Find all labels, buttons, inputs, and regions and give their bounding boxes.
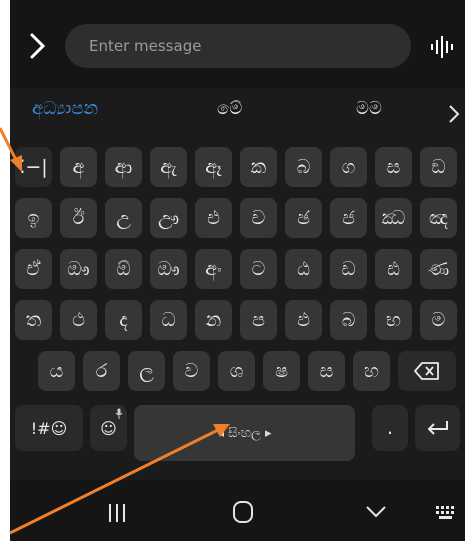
keyboard: ⁚−| අ ආ ඇ ඈ ක බ ග ස ඞ ඉ ඊ උ ඌ එ ච ඡ ජ ඣ … [10,140,465,480]
key[interactable]: බ [330,300,367,340]
key[interactable]: භ [375,300,412,340]
key[interactable]: ධ [150,300,187,340]
key[interactable]: ථ [60,300,97,340]
key[interactable]: ඈ [195,147,232,187]
key[interactable]: ඩ [330,249,367,289]
emoji-icon: ☺ [100,418,117,438]
back-chevron-icon[interactable] [364,504,388,520]
key[interactable]: ත [15,300,52,340]
suggestion-2[interactable]: මේ [217,98,242,119]
key[interactable]: ෂ [263,351,300,391]
key[interactable]: ඞ [420,147,457,187]
backspace-icon [414,362,439,380]
navigation-bar [10,480,465,541]
enter-icon [427,421,448,435]
key[interactable]: ඤ [420,198,457,238]
phone-screen: Enter message අධ්‍යාපන මේ මම ⁚−| අ ආ ඇ ඈ… [10,0,465,541]
suggestion-1[interactable]: අධ්‍යාපන [32,98,98,119]
suggestion-strip: අධ්‍යාපන මේ මම [10,88,465,140]
key[interactable]: ර [83,351,120,391]
key[interactable]: ඣ [375,198,412,238]
key[interactable]: ඵ [285,300,322,340]
key[interactable]: ක [240,147,277,187]
keyboard-icon[interactable] [435,505,457,521]
key[interactable]: ඖ [150,249,187,289]
key[interactable]: ය [38,351,75,391]
key[interactable]: ඒ [15,249,52,289]
key[interactable]: ඪ [375,249,412,289]
key[interactable]: ඉ [15,198,52,238]
enter-key[interactable] [415,405,460,451]
key[interactable]: ච [240,198,277,238]
key[interactable]: ඡ [285,198,322,238]
key[interactable]: ඇ [150,147,187,187]
key[interactable]: ඌ [150,198,187,238]
key[interactable]: ට [240,249,277,289]
key[interactable]: ණ [420,249,457,289]
key[interactable]: අං [195,249,232,289]
home-icon[interactable] [232,500,254,524]
key[interactable]: එ [195,198,232,238]
key[interactable]: ව [173,351,210,391]
key[interactable]: ස [308,351,345,391]
chevron-right-icon[interactable] [28,32,48,60]
microphone-icon [115,408,123,419]
period-key[interactable]: . [372,405,408,451]
key[interactable]: අ [60,147,97,187]
key[interactable]: ග [330,147,367,187]
message-bar: Enter message [10,0,465,88]
key[interactable]: ශ [218,351,255,391]
key[interactable]: ජ [330,198,367,238]
suggestion-next-icon[interactable] [448,104,460,124]
message-input[interactable]: Enter message [65,24,411,68]
suggestion-3[interactable]: මම [356,98,382,119]
backspace-key[interactable] [398,351,456,391]
key[interactable]: උ [105,198,142,238]
key[interactable]: න [195,300,232,340]
key[interactable]: ආ [105,147,142,187]
key[interactable]: ල [128,351,165,391]
key[interactable]: ද [105,300,142,340]
recent-apps-icon[interactable] [106,502,128,524]
voice-input-icon[interactable] [430,34,456,60]
key[interactable]: ඖ [60,249,97,289]
key[interactable]: බ [285,147,322,187]
key[interactable]: ඕ [105,249,142,289]
space-key[interactable]: ◂ සිංහල ▸ [134,405,355,461]
key[interactable]: ඨ [285,249,322,289]
key[interactable]: ම [420,300,457,340]
key-cursor-mode[interactable]: ⁚−| [15,147,52,187]
key[interactable]: ස [375,147,412,187]
key[interactable]: හ [353,351,390,391]
key[interactable]: ප [240,300,277,340]
emoji-key[interactable]: ☺ [90,405,127,451]
symbols-key[interactable]: !#☺ [15,405,83,451]
key[interactable]: ඊ [60,198,97,238]
